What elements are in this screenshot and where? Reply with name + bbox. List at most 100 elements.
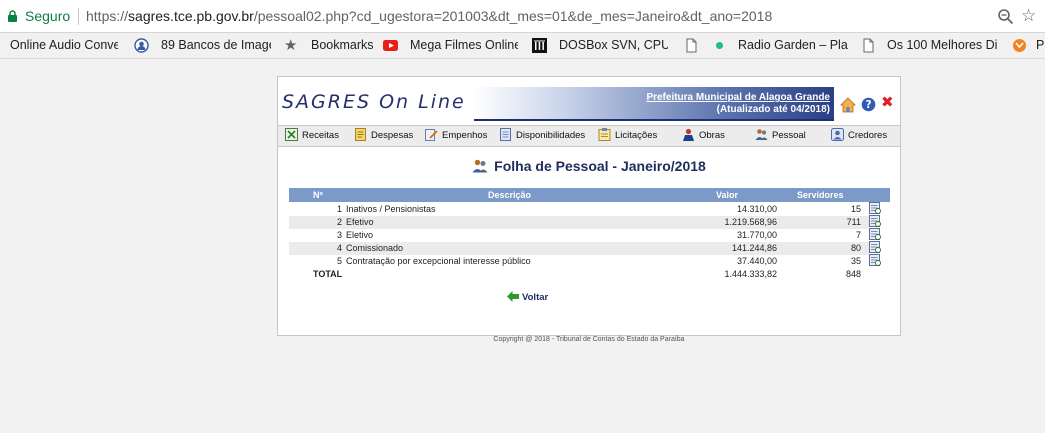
- menu-label: Licitações: [615, 130, 658, 141]
- url-scheme: https://: [86, 8, 129, 24]
- banner-subtitle: (Atualizado até 04/2018): [716, 104, 830, 115]
- bookmark-item[interactable]: Bookmarks: [311, 33, 373, 58]
- header-valor: Valor: [716, 190, 739, 200]
- details-icon[interactable]: [869, 228, 881, 240]
- table-row: 5 Contratação por excepcional interesse …: [289, 255, 869, 268]
- menu-label: Despesas: [371, 130, 414, 141]
- details-icon[interactable]: [869, 202, 881, 214]
- close-icon[interactable]: ✖: [881, 95, 894, 111]
- row-servidores: 35: [850, 256, 861, 266]
- details-icon[interactable]: [869, 215, 881, 227]
- menu-item-obras[interactable]: Obras: [682, 127, 725, 145]
- url-field[interactable]: https://sagres.tce.pb.gov.br/pessoal02.p…: [86, 8, 772, 24]
- bookmark-label: DOSBox SVN, CPU s: [559, 38, 668, 52]
- row-servidores: 15: [850, 204, 861, 214]
- page-title-text: Folha de Pessoal - Janeiro/2018: [494, 158, 706, 174]
- menu-item-disponibilidades[interactable]: Disponibilidades: [499, 127, 585, 145]
- header-number: Nº: [313, 190, 323, 200]
- menu-label: Receitas: [302, 130, 339, 141]
- row-servidores: 80: [850, 243, 861, 253]
- banner: Prefeitura Municipal de Alagoa Grande (A…: [474, 87, 834, 119]
- row-valor: 141.244,86: [731, 243, 777, 253]
- url-path: /pessoal02.php?cd_ugestora=201003&dt_mes…: [253, 8, 773, 24]
- people-icon: [472, 160, 488, 173]
- bookmark-label: Bookmarks: [311, 38, 373, 52]
- copyright-footer: Copyright @ 2018 - Tribunal de Contas do…: [493, 336, 685, 343]
- avatar-icon: [134, 38, 149, 53]
- menu-item-licitacoes[interactable]: Licitações: [598, 127, 657, 145]
- bookmark-item[interactable]: P: [1036, 33, 1045, 58]
- menu-item-pessoal[interactable]: Pessoal: [755, 127, 806, 145]
- bookmark-label: P: [1036, 38, 1045, 52]
- back-arrow-icon: [507, 291, 519, 302]
- bookmark-label: Online Audio Conve: [10, 38, 118, 52]
- menu-item-receitas[interactable]: Receitas: [285, 127, 339, 145]
- bookmark-item[interactable]: DOSBox SVN, CPU s: [559, 33, 668, 58]
- row-number: 1: [337, 204, 343, 214]
- bookmarks-bar: Online Audio Conve 89 Bancos de Image ★ …: [0, 33, 1045, 59]
- youtube-icon: [383, 40, 398, 51]
- address-separator: [78, 8, 79, 25]
- bookmark-item[interactable]: Online Audio Conve: [10, 33, 118, 58]
- edit-document-icon: [425, 128, 438, 141]
- row-number: 2: [337, 217, 343, 227]
- header-descricao: Descrição: [488, 190, 532, 200]
- voltar-label: Voltar: [522, 292, 549, 304]
- bookmark-item[interactable]: Mega Filmes Online: [410, 33, 518, 58]
- menu-item-credores[interactable]: Credores: [831, 127, 887, 145]
- creditor-icon: [831, 127, 844, 141]
- secure-label: Seguro: [25, 8, 71, 24]
- row-descricao: Comissionado: [346, 243, 404, 253]
- star-icon: ★: [284, 37, 298, 54]
- notepad-icon: [500, 127, 511, 141]
- document-icon: [355, 127, 366, 141]
- zoom-icon[interactable]: [997, 8, 1014, 25]
- details-icon[interactable]: [869, 254, 881, 266]
- row-descricao: Inativos / Pensionistas: [346, 204, 436, 214]
- help-icon[interactable]: ?: [861, 97, 876, 112]
- table-row: 2 Efetivo 1.219.568,96 711: [289, 216, 869, 229]
- url-host: sagres.tce.pb.gov.br: [128, 8, 254, 24]
- row-valor: 14.310,00: [736, 204, 777, 214]
- menu-item-despesas[interactable]: Despesas: [354, 127, 413, 145]
- home-icon[interactable]: [840, 97, 856, 113]
- lock-icon: [8, 10, 17, 22]
- voltar-link[interactable]: Voltar: [507, 291, 549, 304]
- svg-text:?: ?: [865, 99, 871, 111]
- menu-label: Credores: [848, 130, 888, 141]
- row-descricao: Eletivo: [346, 230, 374, 240]
- menu-label: Obras: [699, 130, 725, 141]
- clipboard-icon: [598, 127, 611, 141]
- page-icon[interactable]: [684, 38, 699, 53]
- page-icon: [863, 38, 874, 53]
- address-bar[interactable]: Seguro https://sagres.tce.pb.gov.br/pess…: [0, 0, 1045, 33]
- bookmark-item[interactable]: Os 100 Melhores Dis: [887, 33, 997, 58]
- fox-icon: [1013, 39, 1026, 52]
- banner-underline: [474, 119, 834, 121]
- table-total-row: TOTAL 1.444.333,82 848: [289, 268, 869, 281]
- table-row: 4 Comissionado 141.244,86 80: [289, 242, 869, 255]
- row-number: 5: [337, 256, 343, 266]
- details-icon[interactable]: [869, 241, 881, 253]
- row-servidores: 7: [855, 230, 861, 240]
- site-logo[interactable]: SAGRES On Line: [282, 91, 466, 113]
- worker-icon: [683, 128, 694, 141]
- spreadsheet-icon: [285, 127, 298, 141]
- content-frame: SAGRES On Line Prefeitura Municipal de A…: [277, 76, 901, 336]
- main-menu: Receitas Despesas Empenhos Disponibilida…: [278, 125, 900, 147]
- bookmark-item[interactable]: 89 Bancos de Image: [161, 33, 271, 58]
- site-header: SAGRES On Line Prefeitura Municipal de A…: [278, 77, 900, 124]
- banner-title[interactable]: Prefeitura Municipal de Alagoa Grande: [646, 92, 830, 103]
- bookmark-item[interactable]: Radio Garden – Plan: [738, 33, 848, 58]
- menu-label: Empenhos: [442, 130, 488, 141]
- menu-label: Disponibilidades: [516, 130, 586, 141]
- bookmark-star-icon[interactable]: ☆: [1021, 7, 1036, 24]
- people-icon: [755, 129, 768, 140]
- total-valor: 1.444.333,82: [724, 269, 777, 279]
- menu-label: Pessoal: [772, 130, 806, 141]
- page-title: Folha de Pessoal - Janeiro/2018: [278, 158, 900, 174]
- table-row: 1 Inativos / Pensionistas 14.310,00 15: [289, 203, 869, 216]
- row-valor: 1.219.568,96: [724, 217, 777, 227]
- menu-item-empenhos[interactable]: Empenhos: [425, 127, 487, 145]
- row-valor: 31.770,00: [736, 230, 777, 240]
